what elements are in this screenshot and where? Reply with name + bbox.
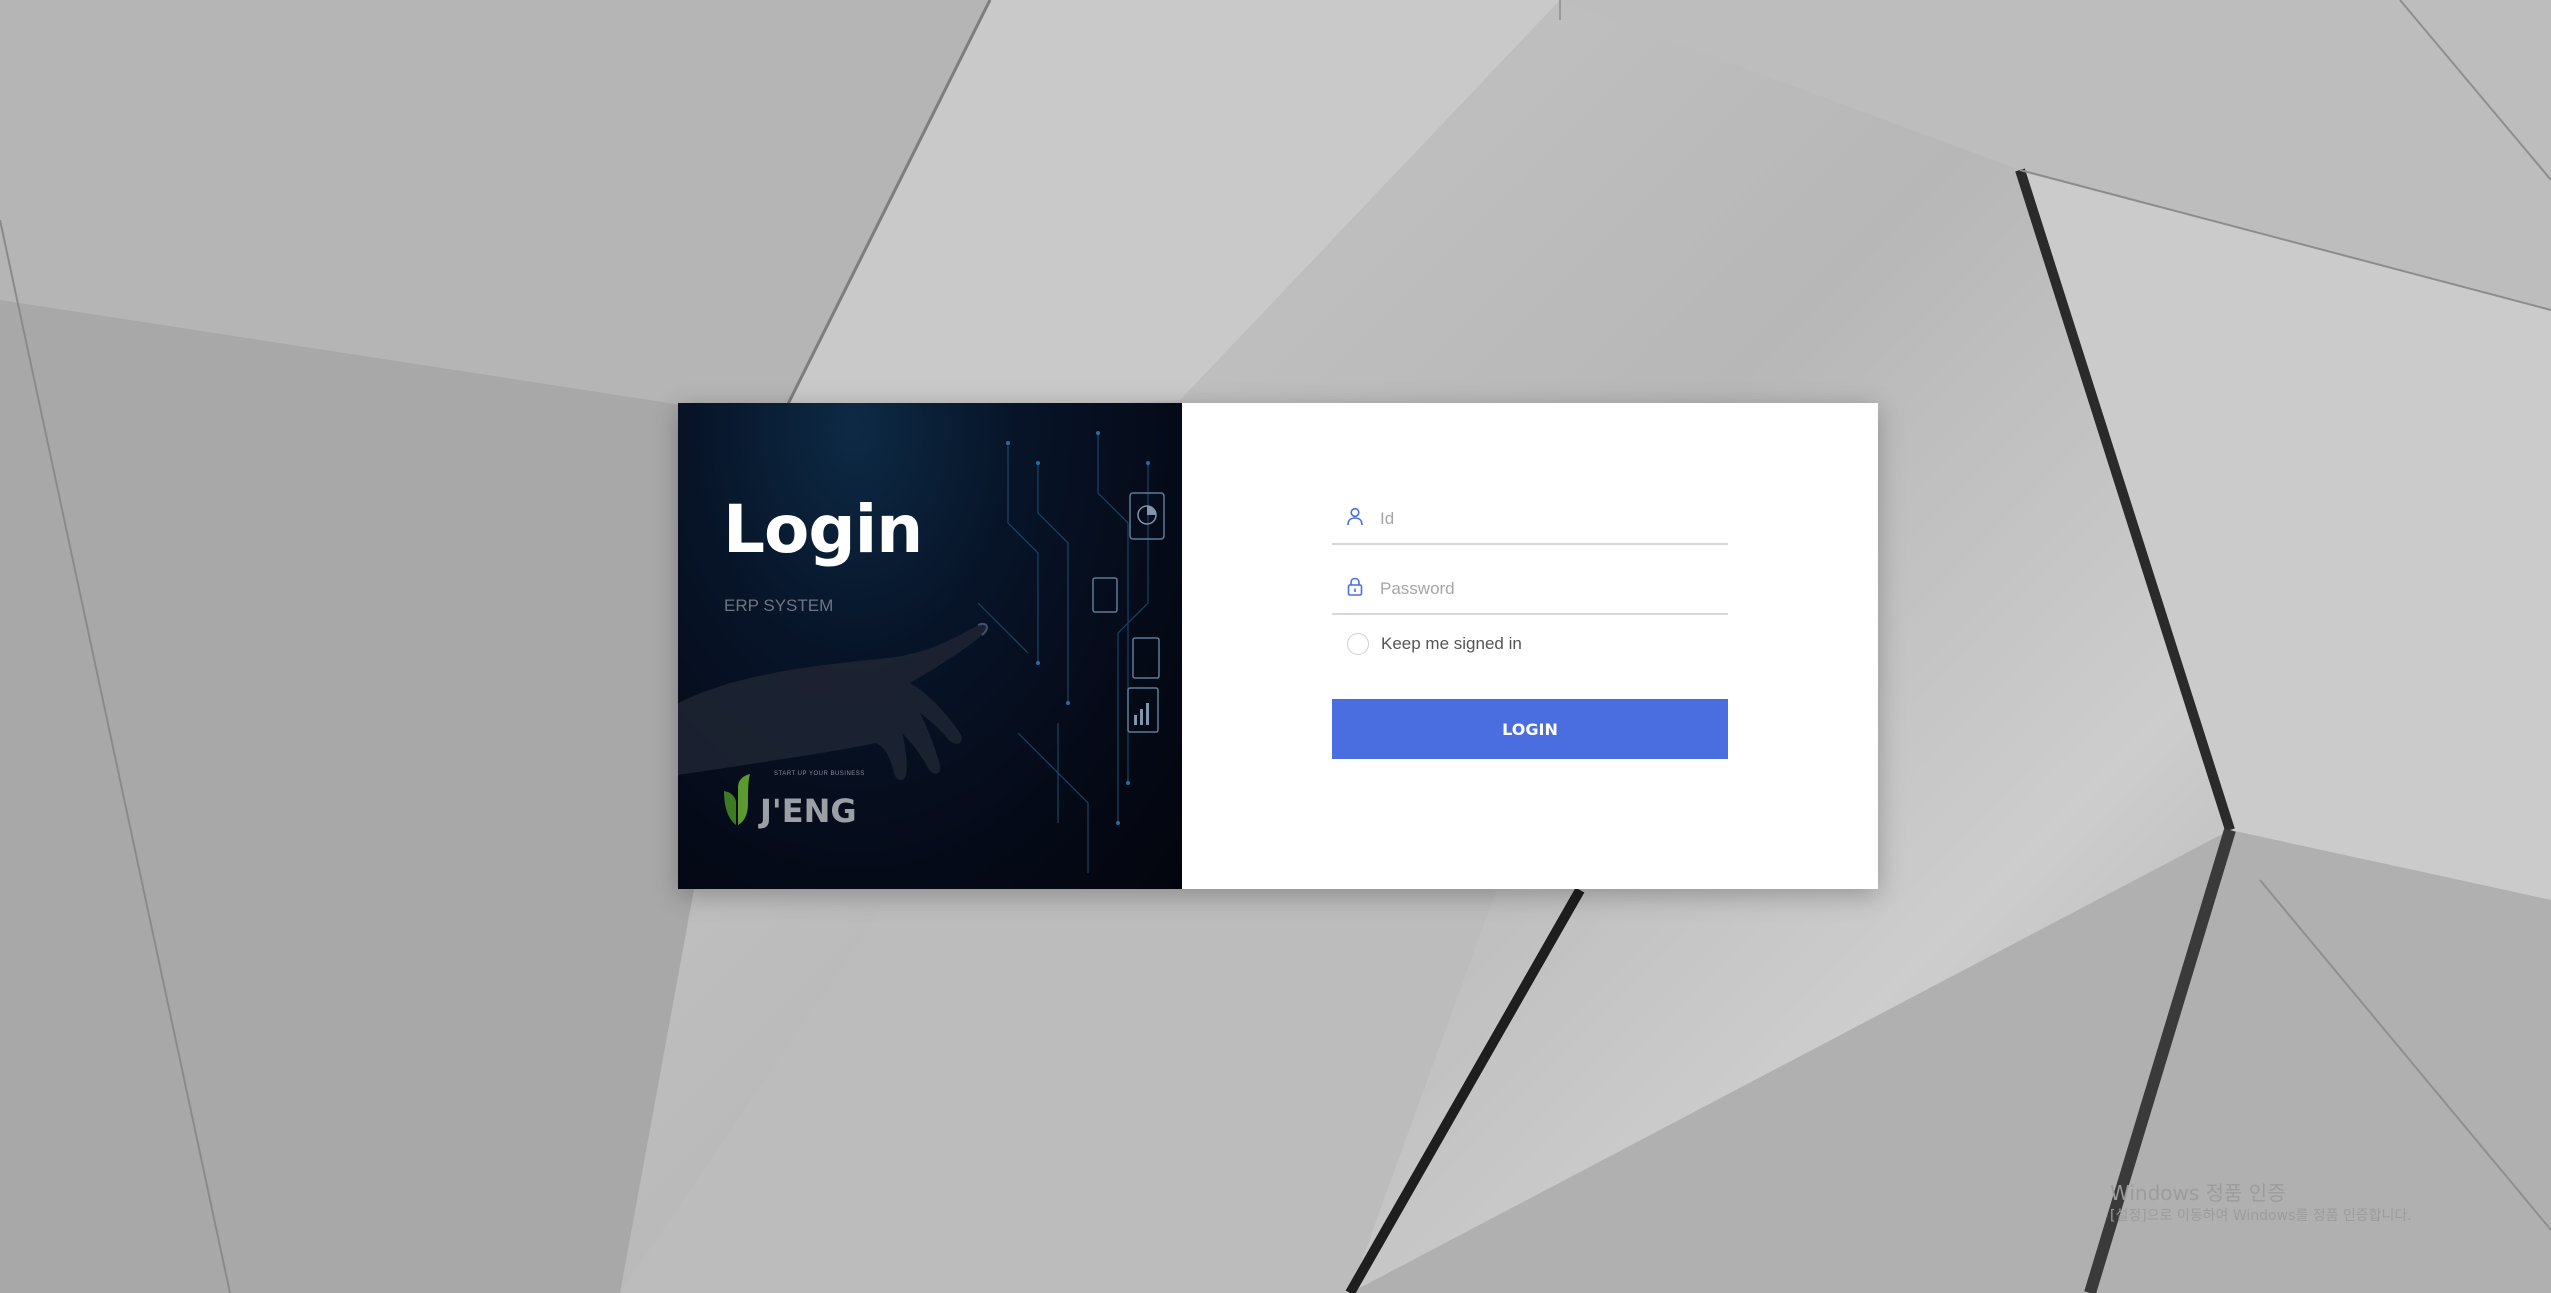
password-field	[1332, 565, 1728, 615]
leaf-logo-icon	[724, 774, 750, 825]
keep-signed-in-label: Keep me signed in	[1381, 634, 1522, 653]
system-subtitle: ERP SYSTEM	[724, 596, 834, 615]
keep-signed-in-option[interactable]: Keep me signed in	[1347, 633, 1522, 655]
user-icon	[1347, 507, 1363, 526]
windows-activation-watermark: Windows 정품 인증 [설정]으로 이동하여 Windows를 정품 인증…	[2110, 1180, 2412, 1226]
logo-wordmark: J'ENG	[760, 792, 857, 830]
watermark-title: Windows 정품 인증	[2110, 1181, 2286, 1205]
logo-tagline: START UP YOUR BUSINESS	[774, 771, 865, 777]
login-card: Login ERP SYSTEM J'ENG START UP YOUR BUS…	[678, 403, 1878, 889]
id-field	[1332, 495, 1728, 545]
login-form: Keep me signed in LOGIN	[1182, 403, 1878, 889]
login-button[interactable]: LOGIN	[1332, 699, 1728, 759]
page-title: Login	[723, 491, 923, 568]
company-logo: J'ENG START UP YOUR BUSINESS	[722, 771, 864, 830]
hero-panel: Login ERP SYSTEM J'ENG START UP YOUR BUS…	[678, 403, 1182, 889]
keep-signed-in-radio[interactable]	[1347, 633, 1369, 655]
lock-icon	[1347, 577, 1363, 596]
watermark-subtitle: [설정]으로 이동하여 Windows를 정품 인증합니다.	[2110, 1208, 2412, 1224]
id-input[interactable]	[1380, 503, 1710, 535]
password-input[interactable]	[1380, 573, 1710, 605]
